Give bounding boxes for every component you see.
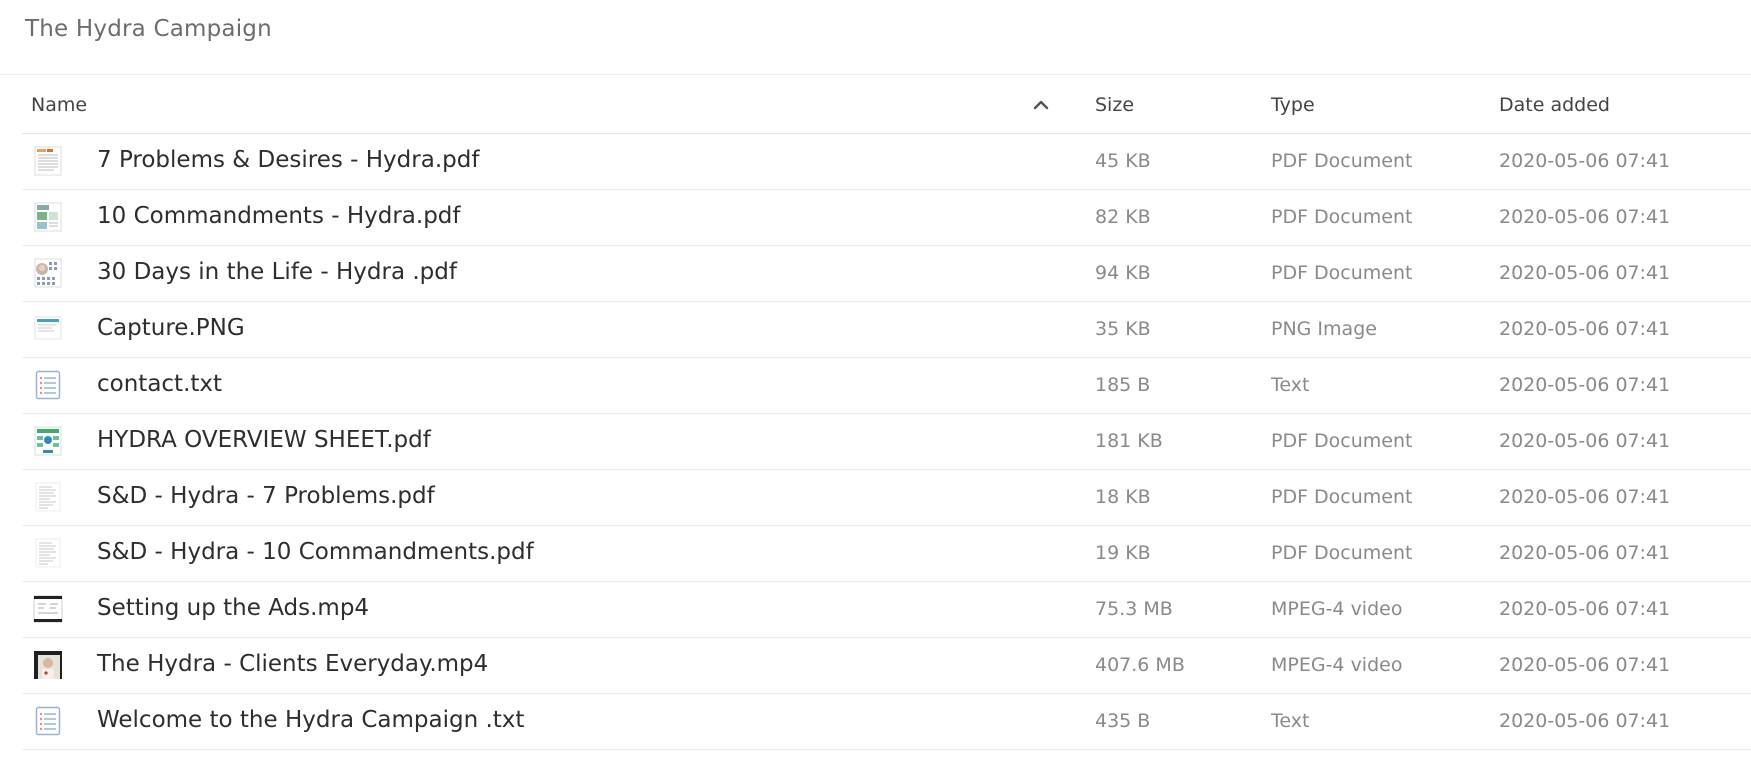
column-header-name[interactable]: Name: [31, 94, 87, 116]
file-size: 94 KB: [1095, 262, 1151, 284]
file-name[interactable]: Setting up the Ads.mp4: [97, 595, 369, 621]
file-thumbnail: [32, 593, 64, 625]
file-date-added: 2020-05-06 07:41: [1499, 598, 1671, 620]
file-rows: 7 Problems & Desires - Hydra.pdf 45 KB PDF…: [22, 134, 1751, 750]
file-size: 185 B: [1095, 374, 1151, 396]
file-name[interactable]: contact.txt: [97, 371, 222, 397]
file-size: 407.6 MB: [1095, 654, 1185, 676]
file-thumbnail: [32, 257, 64, 289]
file-thumbnail: [32, 313, 64, 345]
file-date-added: 2020-05-06 07:41: [1499, 206, 1671, 228]
file-size: 75.3 MB: [1095, 598, 1173, 620]
file-size: 181 KB: [1095, 430, 1163, 452]
file-row[interactable]: contact.txt 185 B Text 2020-05-06 07:41: [22, 358, 1751, 414]
file-row[interactable]: 7 Problems & Desires - Hydra.pdf 45 KB PDF…: [22, 134, 1751, 190]
file-date-added: 2020-05-06 07:41: [1499, 710, 1671, 732]
file-date-added: 2020-05-06 07:41: [1499, 430, 1671, 452]
file-date-added: 2020-05-06 07:41: [1499, 542, 1671, 564]
file-thumbnail: [32, 537, 64, 569]
file-row[interactable]: 10 Commandments - Hydra.pdf 82 KB PDF Docu…: [22, 190, 1751, 246]
file-row[interactable]: The Hydra - Clients Everyday.mp4 407.6 MB…: [22, 638, 1751, 694]
file-type: PDF Document: [1271, 542, 1413, 564]
file-size: 435 B: [1095, 710, 1151, 732]
file-size: 45 KB: [1095, 150, 1151, 172]
file-name[interactable]: Capture.PNG: [97, 315, 245, 341]
file-row[interactable]: S&D - Hydra - 10 Commandments.pdf 19 KB PD…: [22, 526, 1751, 582]
file-type: PNG Image: [1271, 318, 1377, 340]
text-file-icon: [32, 705, 64, 737]
file-list: Name Size Type Date added 7 Problems & D…: [22, 76, 1751, 750]
file-date-added: 2020-05-06 07:41: [1499, 150, 1671, 172]
column-header-type[interactable]: Type: [1271, 94, 1315, 116]
file-name[interactable]: 30 Days in the Life - Hydra .pdf: [97, 259, 457, 285]
file-thumbnail: [32, 649, 64, 681]
file-type: PDF Document: [1271, 262, 1413, 284]
file-thumbnail: [32, 145, 64, 177]
file-name[interactable]: S&D - Hydra - 10 Commandments.pdf: [97, 539, 534, 565]
file-row[interactable]: HYDRA OVERVIEW SHEET.pdf 181 KB PDF Docume…: [22, 414, 1751, 470]
file-name[interactable]: Welcome to the Hydra Campaign .txt: [97, 707, 524, 733]
file-name[interactable]: 7 Problems & Desires - Hydra.pdf: [97, 147, 479, 173]
file-name[interactable]: 10 Commandments - Hydra.pdf: [97, 203, 461, 229]
folder-title: The Hydra Campaign: [25, 16, 272, 42]
file-thumbnail: [32, 481, 64, 513]
file-type: MPEG-4 video: [1271, 598, 1403, 620]
file-row[interactable]: S&D - Hydra - 7 Problems.pdf 18 KB PDF Doc…: [22, 470, 1751, 526]
file-size: 82 KB: [1095, 206, 1151, 228]
file-type: PDF Document: [1271, 150, 1413, 172]
file-type: Text: [1271, 374, 1310, 396]
file-type: PDF Document: [1271, 430, 1413, 452]
file-row[interactable]: 30 Days in the Life - Hydra .pdf 94 KB PDF…: [22, 246, 1751, 302]
file-type: PDF Document: [1271, 206, 1413, 228]
file-type: PDF Document: [1271, 486, 1413, 508]
file-date-added: 2020-05-06 07:41: [1499, 486, 1671, 508]
column-header-size[interactable]: Size: [1095, 94, 1134, 116]
file-name[interactable]: HYDRA OVERVIEW SHEET.pdf: [97, 427, 431, 453]
file-thumbnail: [32, 201, 64, 233]
file-type: MPEG-4 video: [1271, 654, 1403, 676]
folder-header: The Hydra Campaign: [0, 0, 1751, 75]
file-name[interactable]: The Hydra - Clients Everyday.mp4: [97, 651, 488, 677]
file-size: 18 KB: [1095, 486, 1151, 508]
file-date-added: 2020-05-06 07:41: [1499, 374, 1671, 396]
file-size: 35 KB: [1095, 318, 1151, 340]
file-thumbnail: [32, 425, 64, 457]
file-row[interactable]: Capture.PNG 35 KB PNG Image 2020-05-06 07:4…: [22, 302, 1751, 358]
text-file-icon: [32, 369, 64, 401]
file-date-added: 2020-05-06 07:41: [1499, 654, 1671, 676]
file-date-added: 2020-05-06 07:41: [1499, 318, 1671, 340]
file-type: Text: [1271, 710, 1310, 732]
chevron-up-icon[interactable]: [1033, 98, 1049, 112]
table-header: Name Size Type Date added: [22, 76, 1751, 134]
file-size: 19 KB: [1095, 542, 1151, 564]
file-name[interactable]: S&D - Hydra - 7 Problems.pdf: [97, 483, 435, 509]
file-row[interactable]: Setting up the Ads.mp4 75.3 MB MPEG-4 vide…: [22, 582, 1751, 638]
file-date-added: 2020-05-06 07:41: [1499, 262, 1671, 284]
column-header-date[interactable]: Date added: [1499, 94, 1610, 116]
file-row[interactable]: Welcome to the Hydra Campaign .txt 435 B T…: [22, 694, 1751, 750]
